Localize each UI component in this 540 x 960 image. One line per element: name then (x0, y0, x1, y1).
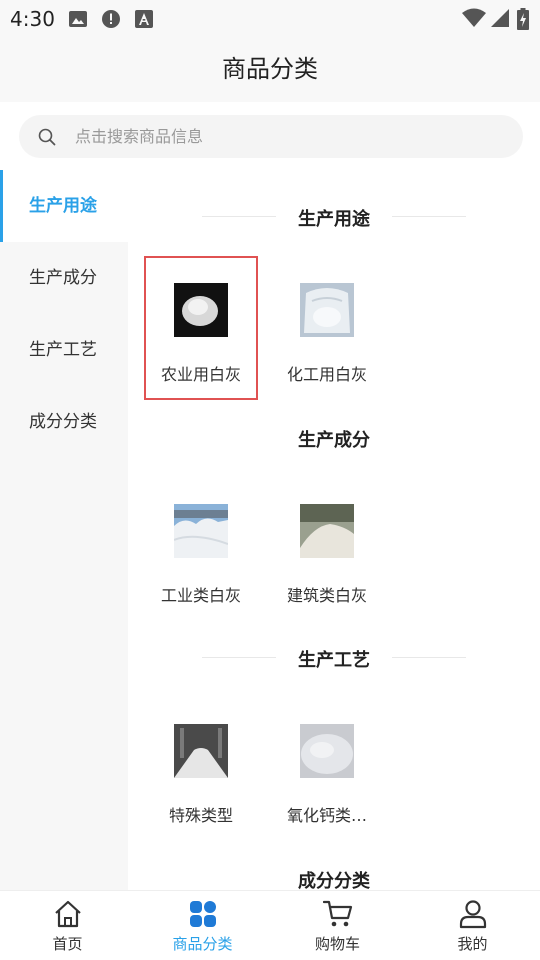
product-name: 工业类白灰 (160, 586, 241, 605)
nav-item-cart[interactable]: 购物车 (270, 891, 405, 960)
sidebar-item-composition-category[interactable]: 成分分类 (0, 386, 128, 458)
cellular-icon (491, 9, 509, 27)
home-icon (55, 900, 81, 928)
product-item[interactable]: 工业类白灰 (145, 504, 257, 606)
product-name: 农业用白灰 (160, 365, 241, 384)
category-sidebar: 生产用途 生产成分 生产工艺 成分分类 (0, 170, 128, 890)
status-time: 4:30 (10, 7, 55, 31)
sidebar-item-label: 生产成分 (29, 268, 97, 288)
sidebar-item-label: 生产工艺 (29, 340, 97, 360)
nav-item-home[interactable]: 首页 (0, 891, 135, 960)
section-title: 生产工艺 (298, 650, 370, 671)
nav-item-category[interactable]: 商品分类 (135, 891, 270, 960)
search-input[interactable] (75, 115, 495, 158)
nav-item-me[interactable]: 我的 (405, 891, 540, 960)
bottom-nav: 首页 商品分类 购物车 我的 (0, 890, 540, 960)
nav-label: 我的 (457, 935, 488, 953)
category-grid-icon (190, 901, 216, 927)
search-bar (0, 102, 540, 170)
header: 商品分类 (0, 40, 540, 102)
user-icon (459, 900, 487, 929)
section-title: 生产用途 (298, 209, 370, 230)
product-item[interactable]: 特殊类型 (145, 724, 257, 826)
search-box[interactable] (19, 115, 523, 158)
status-bar: 4:30 (0, 0, 540, 40)
product-image-powder-dark (174, 283, 228, 337)
sidebar-item-production-use[interactable]: 生产用途 (0, 170, 128, 242)
product-name: 氧化钙类… (286, 806, 367, 825)
page-title: 商品分类 (222, 55, 318, 83)
product-list: 生产用途 农业用白灰 化工用白灰 生产成分 工业类白灰 建筑类白灰 生产工艺 特… (128, 170, 540, 890)
search-icon (38, 128, 56, 146)
product-item[interactable]: 建筑类白灰 (271, 504, 383, 606)
sidebar-item-label: 生产用途 (29, 196, 97, 216)
section-title: 生产成分 (298, 430, 370, 451)
product-image-lime-pile (174, 504, 228, 558)
sidebar-item-production-process[interactable]: 生产工艺 (0, 314, 128, 386)
text-a-icon (135, 10, 153, 28)
nav-label: 购物车 (314, 935, 360, 953)
product-name: 建筑类白灰 (286, 586, 367, 605)
alert-icon (102, 10, 120, 28)
product-image-warehouse-pile (174, 724, 228, 778)
sidebar-item-production-composition[interactable]: 生产成分 (0, 242, 128, 314)
nav-label: 商品分类 (172, 935, 233, 953)
wifi-icon (462, 8, 486, 27)
battery-charging-icon (517, 8, 529, 30)
cart-icon (323, 900, 353, 927)
product-image-sack (300, 283, 354, 337)
product-name: 化工用白灰 (286, 365, 367, 384)
product-image-calcium-oxide-powder (300, 724, 354, 778)
nav-label: 首页 (52, 935, 83, 953)
product-name: 特殊类型 (168, 806, 233, 825)
product-item[interactable]: 化工用白灰 (271, 283, 383, 385)
product-item[interactable]: 农业用白灰 (145, 283, 257, 385)
section-title: 成分分类 (298, 871, 370, 890)
image-icon (69, 11, 87, 27)
sidebar-item-label: 成分分类 (29, 412, 97, 432)
product-image-lime-heap (300, 504, 354, 558)
product-item[interactable]: 氧化钙类… (271, 724, 383, 826)
